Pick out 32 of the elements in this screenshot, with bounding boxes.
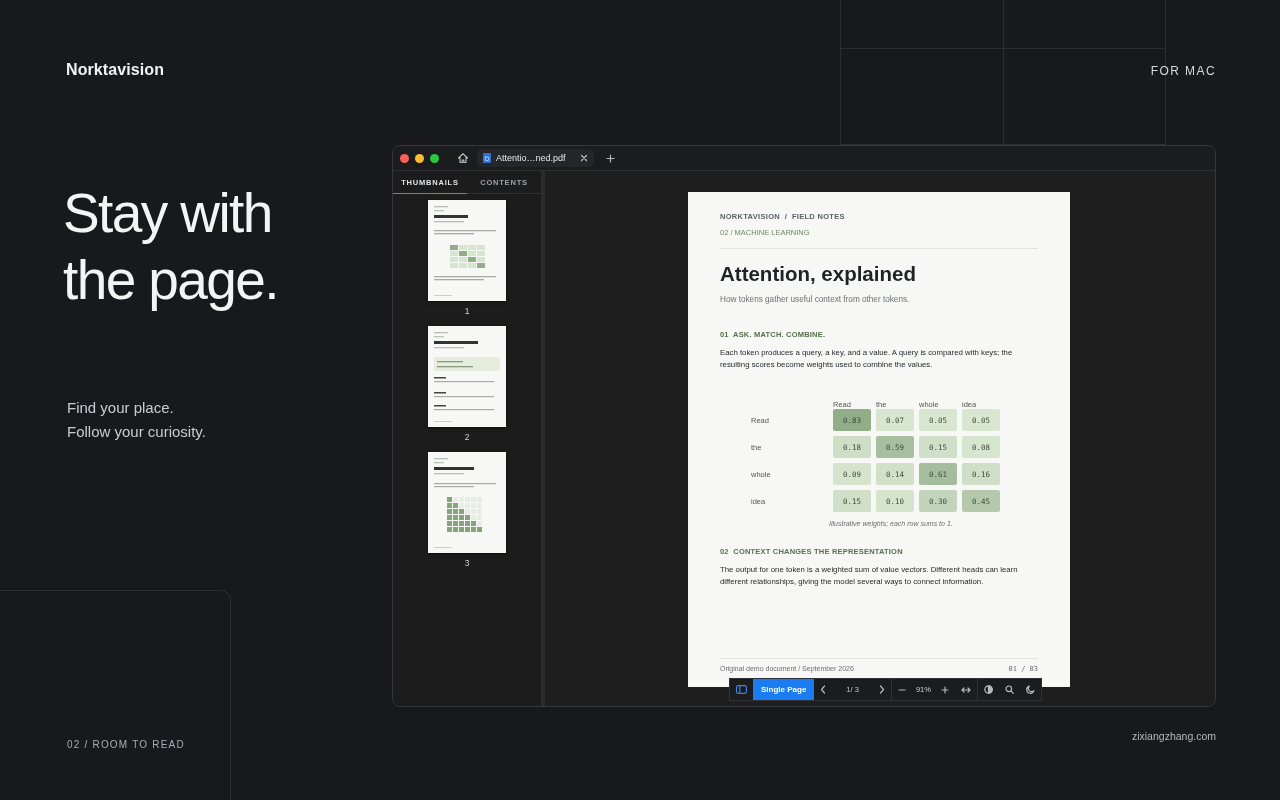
platform-label: FOR MAC bbox=[1150, 64, 1216, 78]
plus-icon bbox=[940, 685, 949, 694]
new-tab-icon[interactable] bbox=[605, 153, 615, 163]
chevron-right-icon bbox=[878, 685, 885, 694]
tab-title: Attentio…ned.pdf bbox=[496, 153, 566, 163]
view-mode-button[interactable]: Single Page bbox=[753, 679, 815, 700]
document-subtitle: How tokens gather useful context from other tokens. bbox=[720, 295, 911, 304]
document-tab[interactable]: Attentio…ned.pdf bbox=[477, 149, 594, 167]
zoom-button[interactable] bbox=[430, 153, 439, 163]
chevron-left-icon bbox=[820, 685, 827, 694]
page-thumbnail[interactable] bbox=[428, 200, 506, 301]
search-icon bbox=[1004, 685, 1014, 694]
close-button[interactable] bbox=[400, 153, 409, 163]
home-icon[interactable] bbox=[457, 152, 469, 164]
close-icon[interactable] bbox=[579, 154, 588, 162]
headline: Stay with the page. bbox=[63, 181, 279, 313]
tagline: Find your place. Follow your curiosity. bbox=[67, 398, 207, 442]
section-label: 02 / ROOM TO READ bbox=[66, 739, 186, 750]
horizontal-arrows-icon bbox=[960, 685, 971, 694]
page-number: 1 bbox=[464, 306, 470, 316]
minimize-button[interactable] bbox=[415, 153, 424, 163]
sidebar-icon bbox=[736, 685, 747, 694]
page-number: 2 bbox=[464, 432, 470, 442]
brand-name: Norktavision bbox=[66, 60, 166, 80]
moon-icon bbox=[1025, 685, 1035, 694]
page-number: 3 bbox=[464, 558, 470, 568]
page-thumbnail[interactable] bbox=[428, 452, 506, 553]
document-icon bbox=[483, 153, 491, 163]
document-title: Attention, explained bbox=[720, 262, 917, 286]
contrast-icon bbox=[983, 685, 993, 694]
website-link[interactable]: zixiangzhang.com bbox=[1131, 730, 1216, 742]
page-thumbnail[interactable] bbox=[428, 326, 506, 427]
